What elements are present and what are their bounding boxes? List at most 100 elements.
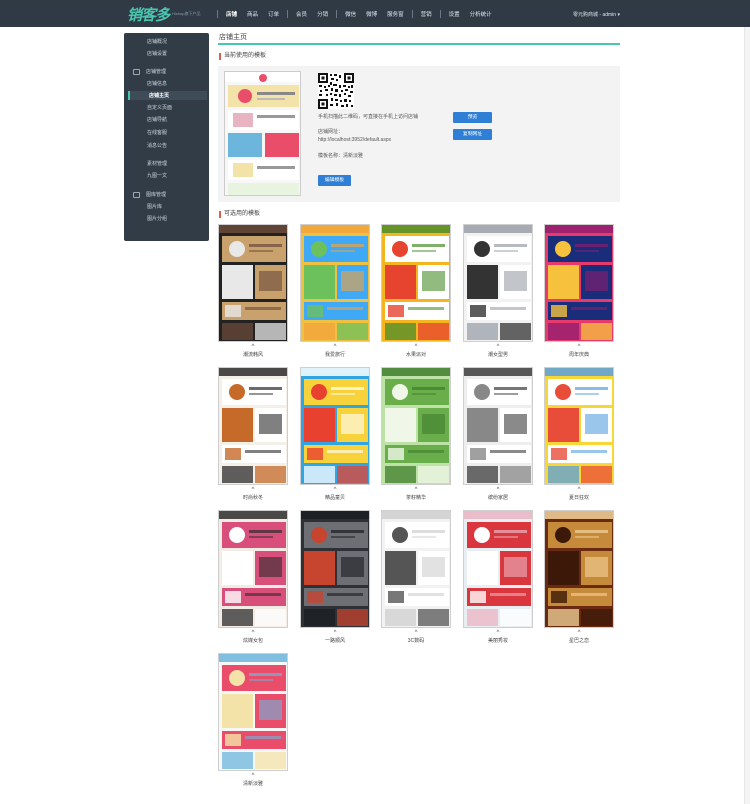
template-thumbnail[interactable] (300, 224, 370, 342)
page-scrollbar[interactable] (744, 27, 750, 804)
logo-subtitle: Hishop旗下产品 (172, 11, 201, 16)
chevron-up-icon[interactable]: ^ (544, 344, 614, 350)
chevron-up-icon[interactable]: ^ (218, 630, 288, 636)
sidebar-group-label: 图库管理 (146, 192, 167, 198)
template-preview-graphic (382, 511, 450, 627)
sidebar-item-online-service[interactable]: 在线客服 (147, 129, 167, 136)
template-thumbnail[interactable] (218, 224, 288, 342)
template-preview-graphic (545, 511, 613, 627)
image-icon (133, 191, 140, 198)
chevron-up-icon[interactable]: ^ (218, 773, 288, 779)
app-logo[interactable]: 销客多 (127, 4, 170, 25)
chevron-up-icon[interactable]: ^ (300, 630, 370, 636)
template-thumbnail[interactable] (381, 367, 451, 485)
sidebar-item-shop-overview[interactable]: 店铺概况 (147, 38, 167, 45)
nav-item-marketing[interactable]: 营销 (416, 10, 437, 18)
preview-button[interactable]: 预览 (453, 112, 492, 123)
template-name: 潮女型男 (487, 352, 508, 358)
template-preview-graphic (545, 368, 613, 484)
nav-item-settings[interactable]: 设置 (444, 10, 465, 18)
template-thumbnail[interactable] (544, 510, 614, 628)
sidebar-item-shop-info[interactable]: 店铺信息 (147, 80, 167, 87)
template-thumbnail[interactable] (544, 367, 614, 485)
template-thumbnail[interactable] (218, 510, 288, 628)
template-preview-graphic (219, 511, 287, 627)
template-thumbnail[interactable] (218, 367, 288, 485)
chevron-up-icon[interactable]: ^ (381, 630, 451, 636)
chevron-up-icon[interactable]: ^ (463, 487, 533, 493)
nav-divider (439, 9, 441, 18)
template-thumbnail[interactable] (463, 367, 533, 485)
nav-item-shop[interactable]: 店铺 (221, 10, 242, 18)
chevron-up-icon[interactable]: ^ (463, 344, 533, 350)
chevron-up-icon[interactable]: ^ (218, 344, 288, 350)
scan-hint-text: 手机扫描此二维码，可直接在手机上访问店铺 (318, 114, 419, 120)
shop-qr-code (318, 73, 354, 109)
template-preview-graphic (219, 225, 287, 341)
template-thumbnail[interactable] (300, 367, 370, 485)
nav-item-products[interactable]: 商品 (242, 10, 263, 18)
sidebar-item-image-groups[interactable]: 图片分组 (147, 215, 167, 222)
template-thumbnail[interactable] (544, 224, 614, 342)
nav-divider (217, 9, 218, 18)
template-name: 茶籽精华 (405, 495, 426, 501)
sidebar-item-announcements[interactable]: 消息公告 (147, 142, 167, 149)
template-name: 夏日狂欢 (568, 495, 589, 501)
template-name: 我爱旅行 (324, 352, 345, 358)
shop-url-label: 店铺网址： (318, 129, 344, 135)
current-template-thumbnail[interactable] (224, 71, 301, 196)
nav-item-service-window[interactable]: 服务窗 (382, 10, 409, 18)
shop-url-value[interactable]: http://localhost:3952/default.aspx (318, 137, 391, 143)
template-name-text: 模板名称：清新淡雅 (318, 153, 364, 159)
sidebar-item-shop-nav[interactable]: 店铺导航 (147, 116, 167, 123)
template-name: 3C数码 (407, 638, 425, 644)
page-title: 店铺主页 (219, 34, 247, 41)
nav-item-orders[interactable]: 订单 (263, 10, 284, 18)
sidebar-group-shop-management: 店铺管理 (133, 68, 166, 75)
nav-item-members[interactable]: 会员 (291, 10, 312, 18)
nav-item-analytics[interactable]: 分析统计 (465, 10, 497, 18)
chevron-up-icon[interactable]: ^ (463, 630, 533, 636)
chevron-up-icon[interactable]: ^ (381, 487, 451, 493)
template-name: 水果派对 (405, 352, 426, 358)
chevron-up-icon[interactable]: ^ (218, 487, 288, 493)
template-preview-graphic (301, 368, 369, 484)
current-template-preview-graphic (225, 72, 300, 195)
copy-url-button[interactable]: 复制网址 (453, 129, 492, 140)
nav-divider (336, 9, 338, 18)
template-thumbnail[interactable] (218, 653, 288, 771)
sidebar (124, 33, 209, 241)
nav-item-distribution[interactable]: 分销 (312, 10, 333, 18)
template-thumbnail[interactable] (300, 510, 370, 628)
template-preview-graphic (382, 368, 450, 484)
sidebar-item-custom-page[interactable]: 自定义页面 (147, 104, 172, 111)
sidebar-item-nine-images[interactable]: 九图一文 (147, 172, 167, 179)
nav-item-weibo[interactable]: 微博 (361, 10, 382, 18)
chevron-up-icon[interactable]: ^ (300, 344, 370, 350)
template-thumbnail[interactable] (381, 510, 451, 628)
top-navbar: 销客多 Hishop旗下产品 店铺 商品 订单 会员 分销 微信 微博 服务窗 … (0, 0, 750, 27)
edit-template-button[interactable]: 编辑模板 (318, 175, 351, 186)
chevron-up-icon[interactable]: ^ (300, 487, 370, 493)
sidebar-item-image-library[interactable]: 图片库 (147, 203, 162, 210)
template-preview-graphic (464, 511, 532, 627)
sidebar-item-shop-homepage[interactable]: 店铺主页 (149, 92, 169, 99)
template-thumbnail[interactable] (381, 224, 451, 342)
chevron-up-icon[interactable]: ^ (544, 630, 614, 636)
sidebar-item-materials[interactable]: 素材管理 (147, 160, 167, 167)
template-thumbnail[interactable] (463, 510, 533, 628)
chevron-up-icon[interactable]: ^ (544, 487, 614, 493)
template-name: 精品童贝 (324, 495, 345, 501)
template-thumbnail[interactable] (463, 224, 533, 342)
sidebar-group-label: 店铺管理 (146, 69, 167, 75)
title-underline (218, 43, 620, 45)
template-name: 清新淡雅 (242, 781, 263, 787)
template-preview-graphic (545, 225, 613, 341)
chevron-up-icon[interactable]: ^ (381, 344, 451, 350)
user-menu[interactable]: 零元购商城 - admin ▾ (573, 11, 620, 18)
nav-item-wechat[interactable]: 微信 (340, 10, 361, 18)
template-name: 周年庆典 (568, 352, 589, 358)
template-name: 潮流韩风 (242, 352, 263, 358)
sidebar-item-shop-settings[interactable]: 店铺设置 (147, 50, 167, 57)
template-preview-graphic (301, 225, 369, 341)
